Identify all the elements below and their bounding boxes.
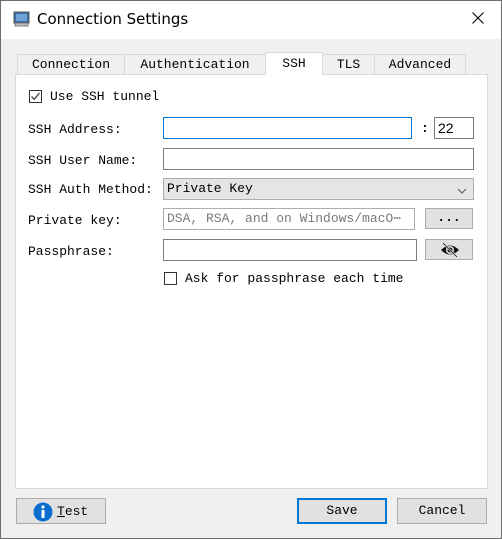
title-bar: Connection Settings [1, 1, 501, 39]
tab-advanced[interactable]: Advanced [374, 54, 466, 74]
private-key-label: Private key: [28, 213, 122, 228]
connection-settings-dialog: Connection Settings Connection Authentic… [0, 0, 502, 539]
close-button[interactable] [455, 1, 501, 39]
ssh-panel: Use SSH tunnel SSH Address: : 22 SSH Use… [15, 74, 488, 489]
tab-ssh[interactable]: SSH [265, 52, 323, 75]
eye-slash-icon [440, 242, 460, 262]
passphrase-label: Passphrase: [28, 244, 114, 259]
ask-passphrase-checkbox[interactable] [164, 272, 177, 285]
computer-icon [13, 11, 30, 28]
use-ssh-tunnel-checkbox[interactable] [29, 90, 42, 103]
tab-authentication[interactable]: Authentication [124, 54, 266, 74]
close-icon [472, 12, 484, 28]
ssh-auth-method-value: Private Key [167, 181, 253, 196]
port-separator: : [421, 121, 429, 136]
ssh-port-input[interactable]: 22 [434, 117, 474, 139]
use-ssh-tunnel-label: Use SSH tunnel [50, 89, 160, 104]
window-title: Connection Settings [37, 10, 189, 28]
cancel-button[interactable]: Cancel [397, 498, 487, 524]
ask-passphrase-label: Ask for passphrase each time [185, 271, 404, 286]
ssh-address-label: SSH Address: [28, 122, 122, 137]
private-key-input[interactable]: DSA, RSA, and on Windows/macO⋯ [163, 208, 415, 230]
checkmark-icon [31, 92, 40, 101]
toggle-passphrase-visibility-button[interactable] [425, 239, 473, 260]
tab-connection[interactable]: Connection [17, 54, 125, 74]
tab-tls[interactable]: TLS [322, 54, 375, 74]
save-button[interactable]: Save [297, 498, 387, 524]
passphrase-input[interactable] [163, 239, 417, 261]
info-icon [33, 502, 53, 526]
ssh-user-name-input[interactable] [163, 148, 474, 170]
ssh-auth-method-label: SSH Auth Method: [28, 182, 153, 197]
browse-private-key-button[interactable]: ... [425, 208, 473, 229]
test-button-label: Test [57, 504, 89, 519]
ssh-address-input[interactable] [163, 117, 412, 139]
chevron-down-icon [457, 183, 467, 203]
ssh-auth-method-select[interactable]: Private Key [163, 178, 474, 200]
ssh-user-name-label: SSH User Name: [28, 153, 138, 168]
test-button[interactable]: Test [16, 498, 106, 524]
